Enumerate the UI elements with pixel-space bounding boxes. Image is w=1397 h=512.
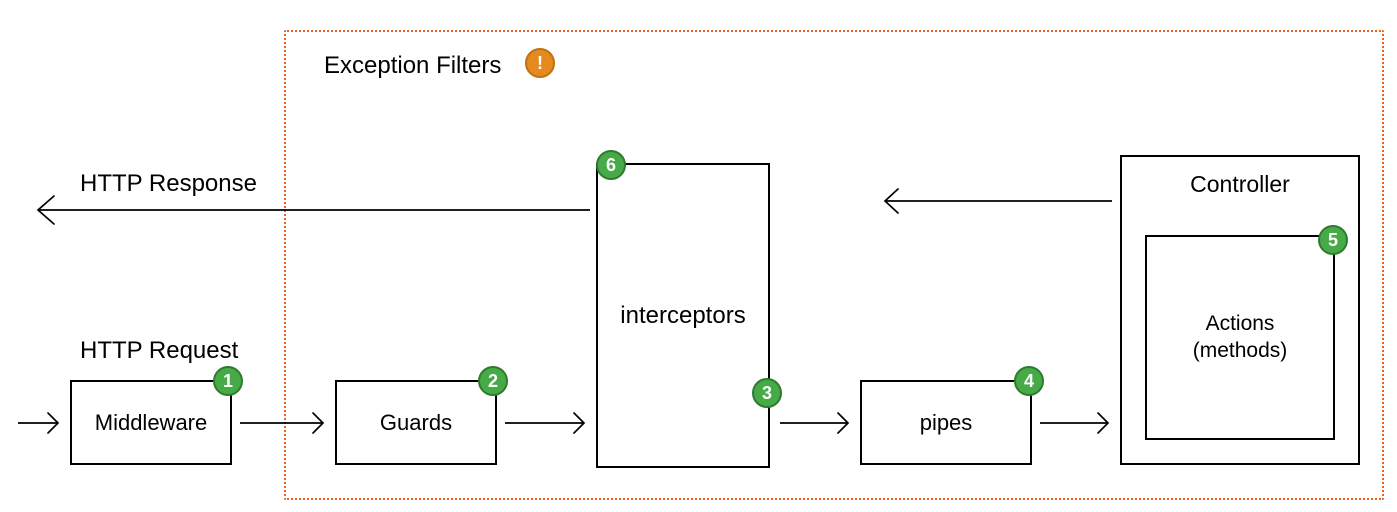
pipes-box: pipes	[860, 380, 1032, 465]
interceptors-label: interceptors	[620, 302, 745, 330]
badge-3: 3	[752, 378, 782, 408]
badge-5: 5	[1318, 225, 1348, 255]
badge-4-text: 4	[1024, 371, 1034, 392]
pipes-label: pipes	[920, 410, 973, 436]
badge-2: 2	[478, 366, 508, 396]
exception-filters-label: Exception Filters	[324, 52, 501, 80]
middleware-box: Middleware	[70, 380, 232, 465]
exception-badge-text: !	[537, 53, 543, 74]
badge-6: 6	[596, 150, 626, 180]
badge-1: 1	[213, 366, 243, 396]
badge-3-text: 3	[762, 383, 772, 404]
actions-label-1: Actions	[1206, 311, 1275, 337]
badge-5-text: 5	[1328, 230, 1338, 251]
actions-box: Actions (methods)	[1145, 235, 1335, 440]
badge-6-text: 6	[606, 155, 616, 176]
badge-4: 4	[1014, 366, 1044, 396]
diagram-canvas: Exception Filters ! HTTP Response HTTP R…	[0, 0, 1397, 512]
middleware-label: Middleware	[95, 410, 208, 436]
guards-box: Guards	[335, 380, 497, 465]
controller-label: Controller	[1190, 171, 1290, 197]
badge-2-text: 2	[488, 371, 498, 392]
interceptors-box: interceptors	[596, 163, 770, 468]
exception-badge: !	[525, 48, 555, 78]
badge-1-text: 1	[223, 371, 233, 392]
guards-label: Guards	[380, 410, 452, 436]
actions-label-2: (methods)	[1193, 338, 1288, 364]
http-request-label: HTTP Request	[80, 337, 238, 365]
http-response-label: HTTP Response	[80, 170, 257, 198]
